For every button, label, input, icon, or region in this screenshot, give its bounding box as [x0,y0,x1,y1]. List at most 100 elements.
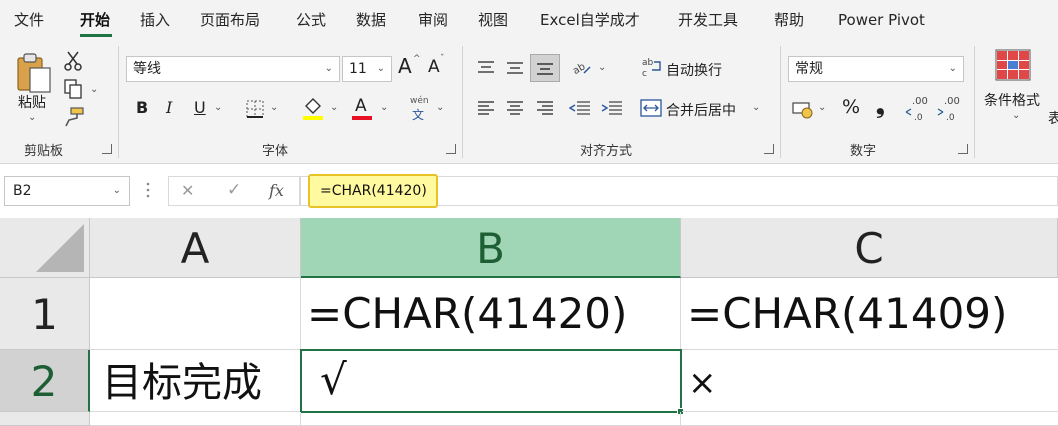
accounting-format-icon[interactable] [792,98,814,120]
fill-color-dropdown-icon[interactable]: ⌄ [330,102,338,113]
font-color-button[interactable]: A [355,96,367,116]
border-icon[interactable] [244,98,266,120]
paste-label[interactable]: 粘贴 [18,92,46,112]
orientation-dropdown-icon[interactable]: ⌄ [598,62,606,73]
font-name-dropdown[interactable]: 等线 ⌄ [126,56,340,82]
align-left-icon[interactable] [476,98,496,118]
select-all-corner[interactable] [0,218,90,278]
decrease-indent-icon[interactable] [568,98,592,118]
copy-icon[interactable] [62,78,84,100]
alignment-launcher-icon[interactable] [764,144,774,154]
cell-b3[interactable] [301,412,681,426]
number-launcher-icon[interactable] [958,144,968,154]
cell-c2[interactable]: × [682,350,1058,412]
row-header-1[interactable]: 1 [0,278,90,350]
group-separator [462,46,463,158]
shrink-font-button[interactable]: A [428,57,440,77]
conditional-format-button[interactable]: 条件格式 [984,90,1040,110]
align-right-icon[interactable] [535,98,555,118]
underline-dropdown-icon[interactable]: ⌄ [214,102,222,113]
insert-function-icon[interactable]: fx [269,181,284,200]
merge-center-icon[interactable] [640,98,662,118]
tab-file[interactable]: 文件 [14,10,44,30]
shrink-caret-icon: ˇ [440,54,445,64]
conditional-format-icon[interactable] [994,48,1032,82]
cancel-icon[interactable]: ✕ [181,181,194,200]
format-painter-icon[interactable] [62,106,86,128]
increase-decimal-button[interactable]: .00 .0 [904,96,934,122]
formula-bar: B2 ⌄ ✕ ✓ fx =CHAR(41420) [0,164,1058,218]
conditional-format-dropdown-icon[interactable]: ⌄ [1012,110,1020,121]
formula-text[interactable]: =CHAR(41420) [308,174,438,208]
paste-icon[interactable] [14,50,54,94]
align-middle-icon[interactable] [505,58,525,78]
comma-style-button[interactable]: ❟ [876,94,885,119]
align-center-icon[interactable] [505,98,525,118]
phonetic-guide-button[interactable]: 文 [412,106,424,123]
font-size-value: 11 [349,61,367,77]
column-header-c[interactable]: C [681,218,1058,278]
tab-review[interactable]: 审阅 [418,10,448,30]
tab-view[interactable]: 视图 [478,10,508,30]
tab-help[interactable]: 帮助 [774,10,804,30]
grow-font-button[interactable]: A [398,54,412,78]
font-color-bar [352,116,372,120]
cell-b2[interactable]: √ [300,349,682,413]
accounting-dropdown-icon[interactable]: ⌄ [818,102,826,113]
wrap-text-icon[interactable]: ab c [642,56,662,78]
paste-dropdown-icon[interactable]: ⌄ [28,112,36,123]
border-dropdown-icon[interactable]: ⌄ [270,102,278,113]
ribbon: 粘贴 ⌄ ⌄ 剪贴板 等线 ⌄ 11 ⌄ A ^ A ˇ B I U ⌄ ⌄ ⌄… [0,40,1058,164]
cell-a3[interactable] [90,412,301,426]
merge-center-button[interactable]: 合并后居中 [666,100,736,120]
row-header-3[interactable] [0,412,90,426]
column-header-b[interactable]: B [301,218,681,278]
font-size-dropdown[interactable]: 11 ⌄ [342,56,392,82]
increase-indent-icon[interactable] [600,98,624,118]
formula-bar-splitter[interactable] [146,180,150,200]
tab-insert[interactable]: 插入 [140,10,170,30]
wrap-text-button[interactable]: 自动换行 [666,60,722,80]
tab-developer[interactable]: 开发工具 [678,10,738,30]
bold-button[interactable]: B [136,98,148,117]
align-bottom-icon[interactable] [530,54,560,82]
enter-icon[interactable]: ✓ [227,180,241,200]
number-format-dropdown[interactable]: 常规 ⌄ [788,56,964,82]
format-as-table-partial-label[interactable]: 表 [1048,108,1058,128]
clipboard-launcher-icon[interactable] [102,144,112,154]
tab-excel-zixue[interactable]: Excel自学成才 [540,10,640,30]
grow-caret-icon: ^ [413,54,421,64]
tab-power-pivot[interactable]: Power Pivot [838,10,925,30]
orientation-icon[interactable]: ab [570,56,592,78]
percent-button[interactable]: % [842,96,860,118]
svg-text:ab: ab [571,61,587,77]
menu-bar: 文件 开始 插入 页面布局 公式 数据 审阅 视图 Excel自学成才 开发工具… [0,0,1058,40]
tab-page-layout[interactable]: 页面布局 [200,10,260,30]
row-header-2[interactable]: 2 [0,350,90,412]
cell-a1[interactable] [90,278,301,350]
font-color-dropdown-icon[interactable]: ⌄ [380,102,388,113]
italic-button[interactable]: I [166,98,172,117]
cell-c1[interactable]: =CHAR(41409) [681,278,1058,350]
formula-buttons: ✕ ✓ fx [168,176,300,206]
fill-color-icon[interactable] [302,96,324,120]
align-top-icon[interactable] [476,58,496,78]
tab-data[interactable]: 数据 [356,10,386,30]
underline-button[interactable]: U [194,98,206,117]
decrease-decimal-button[interactable]: .00 .0 [936,96,966,122]
cell-b1[interactable]: =CHAR(41420) [301,278,681,350]
chevron-down-icon: ⌄ [948,63,957,74]
name-box-value: B2 [13,183,32,199]
cell-c3[interactable] [681,412,1058,426]
column-header-a[interactable]: A [90,218,301,278]
name-box[interactable]: B2 ⌄ [4,176,130,206]
copy-dropdown-icon[interactable]: ⌄ [90,84,98,95]
dec-decimal-label: .00 [944,96,960,107]
phonetic-dropdown-icon[interactable]: ⌄ [436,102,444,113]
merge-dropdown-icon[interactable]: ⌄ [752,102,760,113]
tab-formulas[interactable]: 公式 [296,10,326,30]
cut-icon[interactable] [62,50,84,72]
tab-home[interactable]: 开始 [80,10,110,30]
font-launcher-icon[interactable] [446,144,456,154]
cell-a2[interactable]: 目标完成 [90,350,301,412]
